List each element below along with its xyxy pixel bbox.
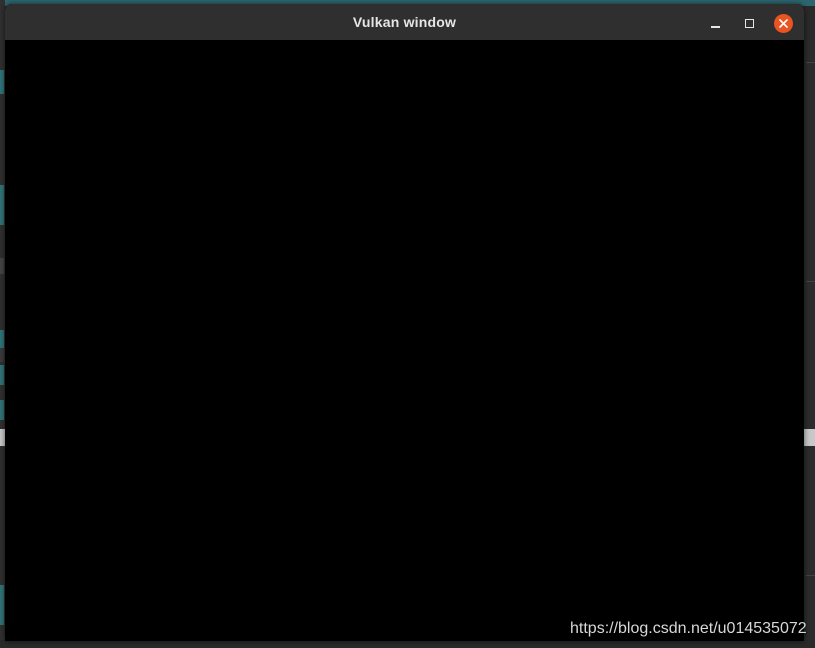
- background-separator: [806, 575, 815, 576]
- maximize-icon: [744, 18, 754, 28]
- background-prompt-marker: [0, 365, 4, 385]
- close-button[interactable]: [773, 13, 793, 33]
- vulkan-window[interactable]: Vulkan window: [5, 4, 804, 641]
- watermark-text: https://blog.csdn.net/u014535072: [570, 620, 807, 637]
- background-highlight-bar-right: [804, 429, 815, 446]
- minimize-button[interactable]: [705, 13, 725, 33]
- background-separator: [806, 281, 815, 282]
- desktop: Vulkan window https://blog.csdn.net/u014…: [0, 0, 815, 648]
- background-prompt-marker: [0, 70, 4, 94]
- background-separator: [806, 62, 815, 63]
- background-prompt-marker: [0, 585, 4, 625]
- background-terminal-right-edge: [804, 40, 815, 648]
- minimize-icon: [710, 26, 720, 28]
- background-prompt-marker: [0, 185, 4, 225]
- window-titlebar[interactable]: Vulkan window: [5, 4, 804, 40]
- maximize-button[interactable]: [739, 13, 759, 33]
- background-terminal-bottom-line: [0, 640, 815, 648]
- window-title: Vulkan window: [352, 14, 457, 30]
- close-icon: [773, 13, 793, 33]
- background-divider: [0, 258, 4, 274]
- vulkan-render-surface[interactable]: [5, 40, 804, 641]
- background-divider: [0, 348, 4, 362]
- background-prompt-marker: [0, 400, 4, 420]
